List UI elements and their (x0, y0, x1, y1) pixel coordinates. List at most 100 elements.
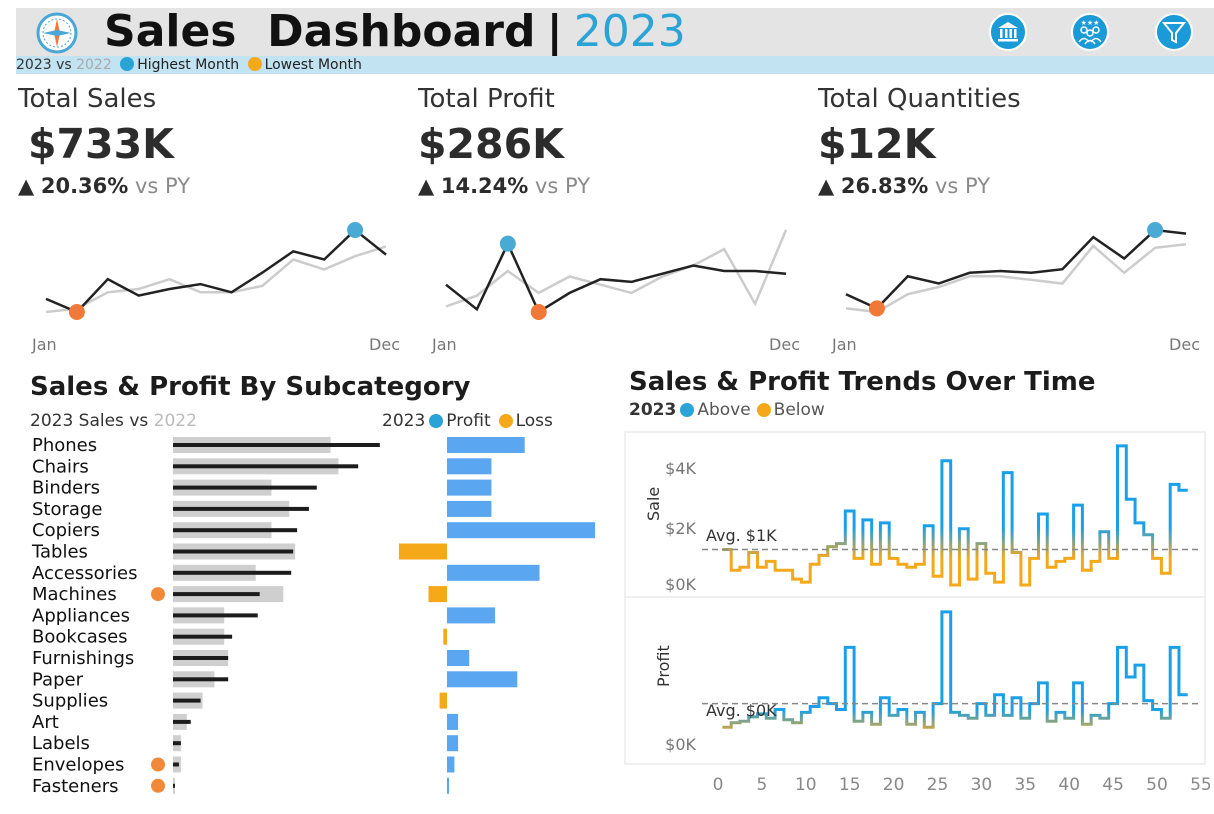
profit-legend-year: 2023 (382, 411, 426, 431)
above-dot (680, 403, 695, 417)
subcategory-label: Supplies (32, 691, 108, 712)
loss-bar (439, 692, 447, 709)
sales-legend: 2023 Sales vs 2022 (30, 411, 197, 431)
profit-bar (447, 756, 455, 773)
x-tick-label: 10 (795, 775, 817, 795)
kpi-change-value: 26.83% (840, 174, 929, 198)
kpi-change: ▲ 26.83% vs PY (818, 174, 1208, 198)
highest-month-dot (120, 57, 135, 71)
bank-icon[interactable] (988, 12, 1028, 52)
prior-year-label: 2022 (76, 57, 112, 73)
profit-legend: 2023 Profit Loss (382, 411, 553, 431)
axis-start-label: Jan (431, 335, 457, 354)
kpi-change: ▲ 20.36% vs PY (18, 174, 408, 198)
svg-text:★★★: ★★★ (1081, 19, 1100, 27)
current-sales-bar (173, 549, 294, 554)
current-sales-bar (173, 634, 233, 639)
title-separator: | (546, 6, 563, 57)
current-sales-bar (173, 592, 260, 597)
x-tick-label: 25 (927, 775, 949, 795)
axis-start-label: Jan (31, 335, 57, 354)
highest-month-label: Highest Month (137, 57, 240, 73)
profit-bar (447, 500, 492, 517)
profit-avg-label: Avg. $0K (706, 701, 777, 720)
x-tick-label: 0 (713, 775, 724, 795)
profit-bar (447, 564, 540, 581)
subcategory-chart: PhonesChairsBindersStorageCopiersTablesA… (31, 435, 595, 797)
current-sales-bar (173, 783, 175, 788)
subcategory-label: Binders (32, 478, 100, 499)
kpi-title: Total Sales (18, 84, 157, 114)
trend-title: Sales & Profit Trends Over Time (629, 367, 1096, 397)
highest-month-marker (499, 235, 516, 252)
compare-year-label: 2023 vs (16, 57, 77, 73)
kpi-change-value: 20.36% (40, 174, 129, 198)
subcategory-label: Accessories (32, 563, 138, 584)
sparkline-plot (45, 222, 387, 320)
axis-end-label: Dec (769, 335, 800, 354)
loss-dot (498, 414, 513, 428)
loss-bar (398, 543, 447, 560)
axis-start-label: Jan (831, 335, 857, 354)
x-tick-label: 35 (1014, 775, 1036, 795)
x-tick-label: 40 (1058, 775, 1080, 795)
sparkline-sales: Jan Dec (31, 222, 400, 354)
current-sales-bar (173, 762, 179, 767)
up-arrow-icon: ▲ (818, 174, 835, 198)
lowest-month-label: Lowest Month (264, 57, 362, 73)
profit-bar (447, 650, 470, 666)
highest-month-marker (1147, 222, 1164, 238)
trend-plot: 0 5 10 15 20 25 30 35 40 45 50 55 (702, 444, 1210, 795)
sale-tick-2k: $2K (665, 519, 696, 538)
lowest-month-marker (68, 304, 85, 320)
sale-axis-label: Sale (644, 487, 663, 521)
current-sales-bar (173, 613, 258, 618)
subcategory-label: Fasteners (32, 776, 119, 797)
filter-icon[interactable] (1154, 12, 1194, 52)
sale-avg-label: Avg. $1K (706, 526, 777, 545)
trend-legend: 2023 Above Below (629, 400, 825, 420)
current-year-line (45, 228, 387, 314)
people-icon[interactable]: ★★★ (1070, 12, 1110, 52)
subcategory-label: Art (32, 712, 59, 733)
prior-year-line (45, 245, 387, 314)
axis-end-label: Dec (369, 335, 400, 354)
trend-legend-year: 2023 (629, 400, 677, 420)
kpi-change: ▲ 14.24% vs PY (418, 174, 808, 198)
current-sales-bar (173, 485, 317, 490)
current-sales-bar (173, 677, 229, 682)
sparkline-profit: Jan Dec (431, 229, 800, 354)
subcategory-label: Appliances (32, 605, 130, 626)
profit-bar (447, 522, 595, 539)
loss-bar (428, 586, 447, 603)
kpi-title: Total Quantities (818, 84, 1021, 114)
kpi-value: $12K (818, 120, 936, 168)
profit-axis-label: Profit (654, 645, 673, 687)
sale-tick-4k: $4K (665, 459, 696, 478)
lowest-marker (151, 587, 165, 602)
current-sales-bar (173, 741, 181, 746)
subcategory-label: Labels (32, 733, 90, 754)
lowest-month-marker (868, 300, 885, 317)
subcategory-label: Phones (32, 435, 97, 456)
trend-chart: Sale Profit $4K $2K $0K $0K 0 5 10 15 20 25 30… (624, 431, 1210, 795)
lowest-marker (151, 778, 165, 793)
subcategory-label: Chairs (32, 456, 89, 477)
sale-step-line (722, 444, 1188, 587)
x-tick-label: 30 (971, 775, 993, 795)
subcategory-label: Tables (31, 542, 88, 563)
current-sales-bar (173, 528, 298, 533)
current-sales-bar (173, 443, 380, 447)
up-arrow-icon: ▲ (418, 174, 435, 198)
profit-bar (447, 777, 449, 794)
lowest-marker (151, 757, 165, 772)
profit-bar (447, 437, 525, 453)
x-tick-label: 55 (1190, 775, 1210, 795)
x-tick-label: 15 (839, 775, 861, 795)
profit-bar (447, 671, 518, 688)
sparkline-plot (445, 229, 788, 320)
current-sales-bar (173, 719, 191, 724)
sparkline-quantities: Jan Dec (831, 222, 1200, 354)
subcategory-label: Bookcases (32, 627, 128, 648)
highest-month-marker (347, 222, 364, 238)
